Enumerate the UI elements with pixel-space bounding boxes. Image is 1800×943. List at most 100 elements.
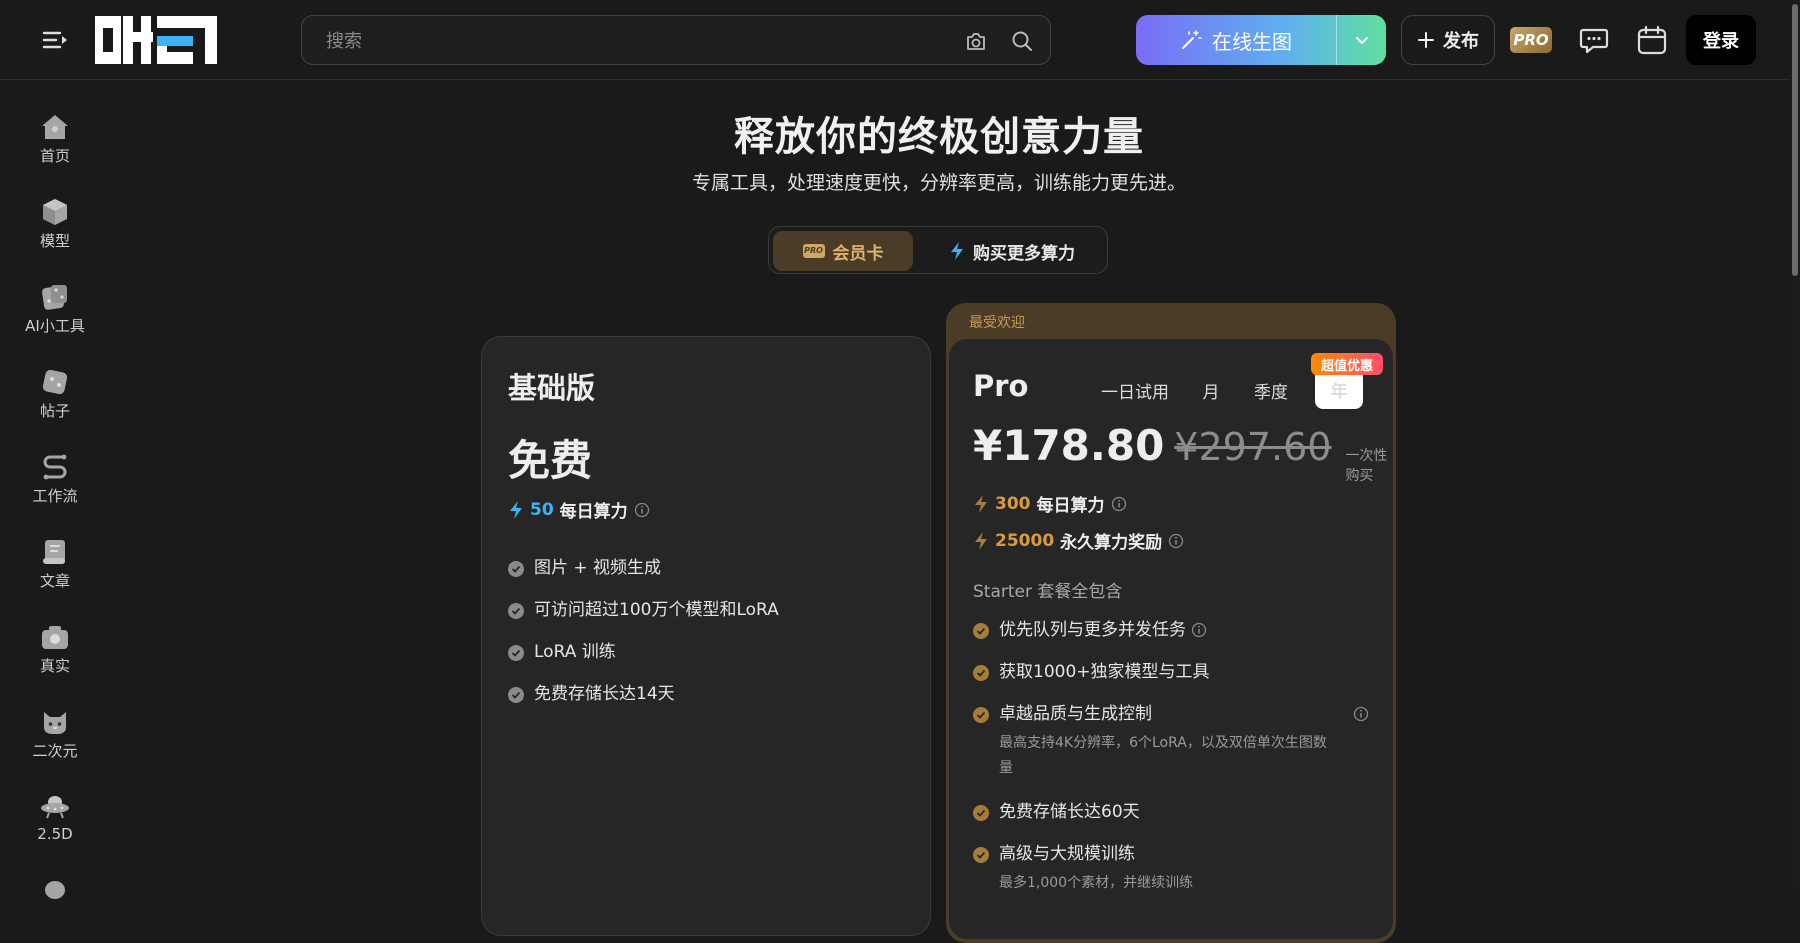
lightning-icon [975, 531, 987, 550]
publish-label: 发布 [1443, 31, 1479, 52]
dice-icon [42, 285, 67, 310]
pro-daily-label: 每日算力 [1036, 496, 1105, 516]
info-icon[interactable] [1111, 496, 1127, 512]
lightning-icon [510, 500, 522, 519]
free-daily-amount: 50 [530, 499, 554, 520]
list-item: 免费存储长达14天 [508, 683, 779, 705]
pro-daily-quota: 300 每日算力 [973, 491, 1127, 516]
sidebar: 首页 模型 AI小工具 帖子 工作流 文章 真实 二次元 2.5D [0, 81, 110, 899]
cube-icon [43, 199, 67, 225]
page-subtitle: 专属工具，处理速度更快，分辨率更高，训练能力更先进。 [691, 172, 1186, 194]
free-plan-card: 基础版 免费 50 每日算力 图片 + 视频生成 可访问超过100万个模型和Lo… [481, 336, 931, 936]
period-trial[interactable]: 一日试用 [1085, 378, 1185, 403]
publish-button[interactable]: 发布 [1401, 15, 1495, 65]
info-icon[interactable] [1191, 622, 1207, 638]
sidebar-item-ai-tools[interactable]: AI小工具 [0, 277, 110, 347]
tab-buy-compute[interactable]: 购买更多算力 [919, 231, 1105, 271]
list-item: 可访问超过100万个模型和LoRA [508, 599, 779, 621]
feature-subtext: 最多1,000个素材，并继续训练 [999, 875, 1194, 891]
list-item: 优先队列与更多并发任务 [973, 619, 1369, 641]
pro-bonus-amount: 25000 [995, 530, 1055, 551]
menu-toggle-icon[interactable] [38, 26, 72, 54]
sidebar-item-label: AI小工具 [25, 317, 85, 335]
sidebar-item-label: 真实 [39, 657, 70, 675]
pro-badge[interactable]: PRO [1510, 27, 1552, 53]
list-item: 免费存储长达60天 [973, 801, 1369, 823]
feature-text: 优先队列与更多并发任务 [999, 620, 1186, 640]
popular-label: 最受欢迎 [969, 315, 1025, 331]
check-circle-icon [973, 623, 989, 639]
login-button[interactable]: 登录 [1686, 15, 1756, 65]
period-month[interactable]: 月 [1191, 378, 1231, 403]
pro-price-note: 一次性购买 [1345, 448, 1388, 484]
sidebar-item-articles[interactable]: 文章 [0, 532, 110, 602]
feature-subtext: 最高支持4K分辨率，6个LoRA，以及双倍单次生图数量 [999, 735, 1327, 776]
info-icon[interactable] [634, 502, 650, 518]
sidebar-item-label: 二次元 [32, 742, 78, 760]
check-circle-icon [973, 665, 989, 681]
period-year[interactable]: 年 [1315, 369, 1363, 409]
free-daily-quota: 50 每日算力 [508, 497, 650, 522]
sidebar-item-2-5d[interactable]: 2.5D [0, 787, 110, 857]
list-item: LoRA 训练 [508, 641, 779, 663]
deal-badge: 超值优惠 [1311, 353, 1383, 375]
search-input[interactable] [326, 26, 926, 56]
info-icon[interactable] [1353, 706, 1369, 722]
site-logo[interactable] [95, 14, 217, 66]
feature-text: 免费存储长达60天 [999, 802, 1140, 822]
free-plan-name: 基础版 [508, 371, 596, 405]
feature-text: LoRA 训练 [534, 642, 616, 662]
generate-dropdown-button[interactable] [1337, 15, 1386, 65]
scroll-icon [43, 540, 65, 564]
calendar-icon[interactable] [1636, 24, 1668, 56]
pro-price-original: ¥297.60 [1174, 425, 1332, 469]
sidebar-item-more[interactable] [0, 872, 110, 942]
image-search-icon[interactable] [964, 29, 988, 53]
pro-price-current: ¥178.80 [973, 421, 1165, 470]
search-box [301, 15, 1051, 65]
free-feature-list: 图片 + 视频生成 可访问超过100万个模型和LoRA LoRA 训练 免费存储… [508, 557, 779, 725]
check-circle-icon [973, 847, 989, 863]
check-circle-icon [508, 645, 524, 661]
pro-bonus-quota: 25000 永久算力奖励 [973, 528, 1184, 553]
info-icon[interactable] [1168, 533, 1184, 549]
plan-type-switcher: PRO 会员卡 购买更多算力 [768, 226, 1108, 274]
online-generate-button: 在线生图 [1136, 15, 1386, 65]
tab-membership[interactable]: PRO 会员卡 [773, 231, 913, 271]
pro-price-row: ¥178.80 ¥297.60 一次性购买 [973, 421, 1393, 485]
sidebar-item-anime[interactable]: 二次元 [0, 702, 110, 772]
camera-icon [42, 626, 68, 649]
chat-icon[interactable] [1578, 24, 1610, 56]
sidebar-item-realistic[interactable]: 真实 [0, 617, 110, 687]
sidebar-item-posts[interactable]: 帖子 [0, 362, 110, 432]
ufo-icon [41, 796, 69, 819]
lightning-icon [975, 494, 987, 513]
check-circle-icon [508, 687, 524, 703]
check-circle-icon [508, 603, 524, 619]
tab-membership-label: 会员卡 [832, 243, 884, 264]
tab-buy-compute-label: 购买更多算力 [973, 243, 1075, 264]
sidebar-item-label: 帖子 [39, 402, 70, 420]
generate-main-button[interactable]: 在线生图 [1136, 15, 1336, 65]
pro-plan-card: 最受欢迎 Pro 一日试用 月 季度 年 超值优惠 ¥178.80 ¥297.6… [946, 303, 1396, 943]
workflow-icon [43, 454, 67, 480]
plus-icon [1418, 32, 1434, 48]
list-item: 高级与大规模训练最多1,000个素材，并继续训练 [973, 843, 1369, 896]
magic-wand-icon [1182, 30, 1202, 49]
feature-text: 图片 + 视频生成 [534, 558, 662, 578]
search-icon[interactable] [1010, 29, 1034, 53]
pro-feature-list: 优先队列与更多并发任务 获取1000+独家模型与工具 卓越品质与生成控制 最高支持… [973, 619, 1369, 916]
sidebar-item-label: 模型 [39, 232, 70, 250]
period-quarter[interactable]: 季度 [1241, 378, 1301, 403]
sidebar-item-workflow[interactable]: 工作流 [0, 447, 110, 517]
includes-label: Starter 套餐全包含 [973, 582, 1123, 602]
sidebar-item-label: 文章 [39, 572, 70, 590]
pro-chip-icon: PRO [802, 244, 825, 258]
list-item: 获取1000+独家模型与工具 [973, 661, 1369, 683]
generate-label: 在线生图 [1212, 29, 1292, 54]
pro-daily-amount: 300 [995, 493, 1031, 514]
billing-period-selector: 一日试用 月 季度 年 [1085, 369, 1375, 411]
feature-text: 高级与大规模训练 [999, 844, 1135, 864]
sidebar-item-models[interactable]: 模型 [0, 192, 110, 262]
lightning-icon [951, 242, 963, 260]
